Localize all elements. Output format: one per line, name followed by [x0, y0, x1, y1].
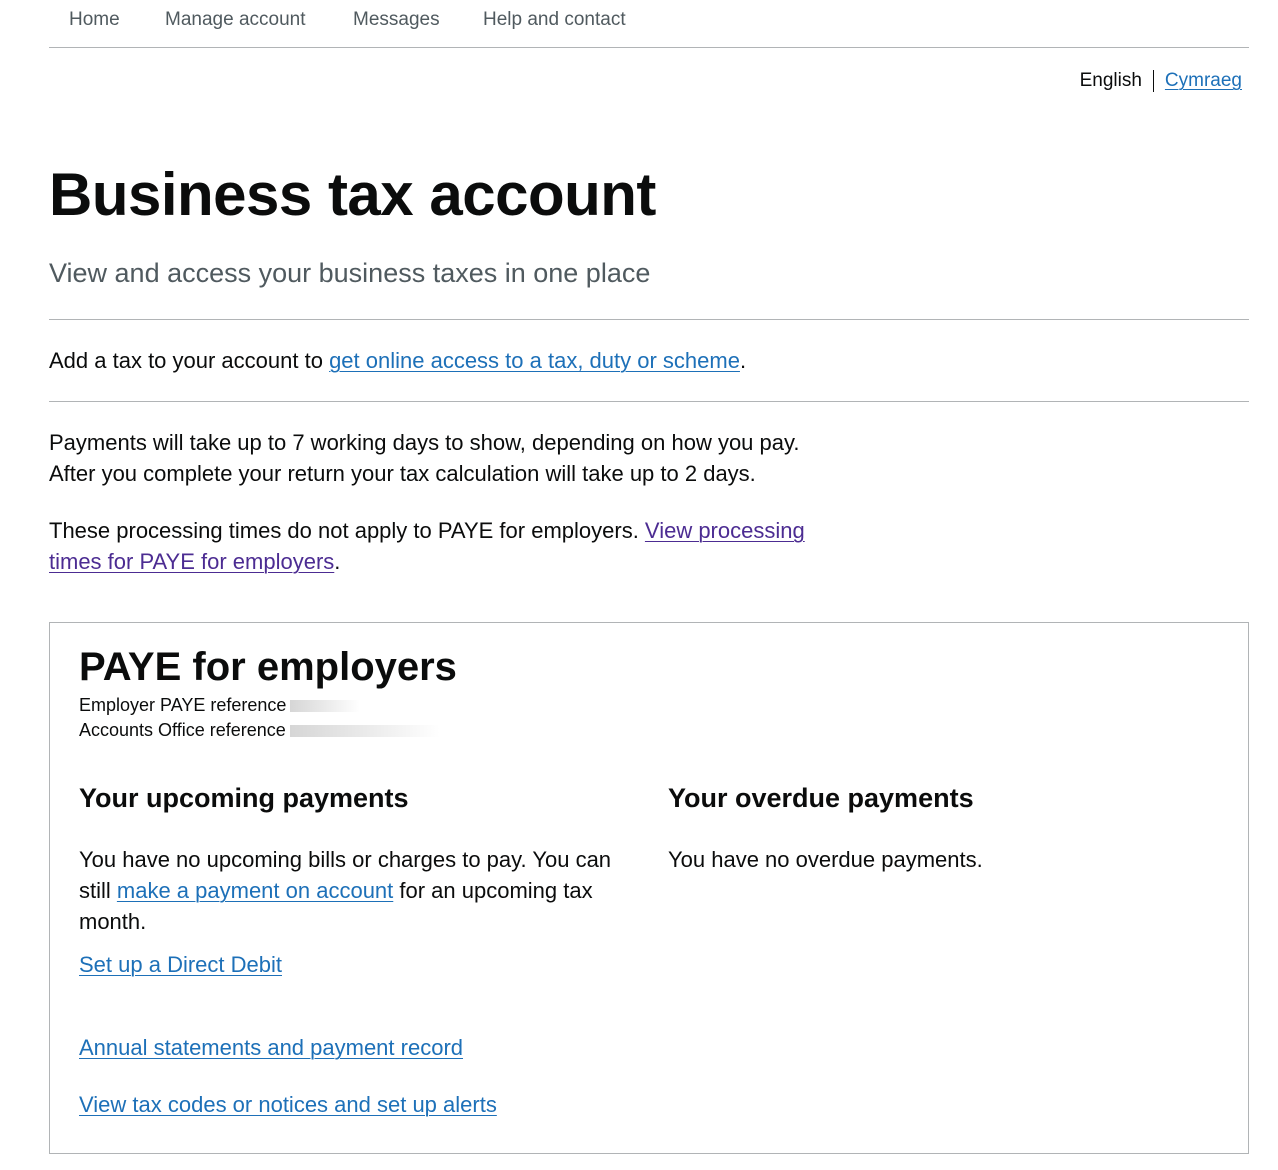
nav-home[interactable]: Home [69, 9, 120, 31]
language-current: English [1079, 70, 1142, 91]
redacted-value [289, 725, 440, 738]
upcoming-payments-text: You have no upcoming bills or charges to… [79, 847, 612, 934]
overdue-payments-text: You have no overdue payments. [668, 847, 983, 872]
make-payment-on-account-link[interactable]: make a payment on account [117, 878, 393, 903]
language-toggle: English Cymraeg [1080, 70, 1242, 92]
paye-for-employers-panel: PAYE for employers Employer PAYE referen… [49, 622, 1249, 1154]
paye-processing-note: These processing times do not apply to P… [49, 518, 805, 574]
nav-help-and-contact[interactable]: Help and contact [483, 9, 626, 31]
page-subtitle: View and access your business taxes in o… [49, 258, 651, 288]
accounts-office-reference: Accounts Office reference [79, 720, 440, 741]
nav-manage-account[interactable]: Manage account [165, 9, 306, 31]
paye-title: PAYE for employers [79, 645, 457, 689]
annual-statements-link[interactable]: Annual statements and payment record [79, 1035, 463, 1061]
view-tax-codes-link[interactable]: View tax codes or notices and set up ale… [79, 1092, 497, 1118]
language-separator [1152, 70, 1154, 92]
overdue-payments-heading: Your overdue payments [668, 783, 974, 813]
redacted-value [290, 700, 361, 713]
top-navigation: Home Manage account Messages Help and co… [49, 0, 1249, 48]
language-cymraeg-link[interactable]: Cymraeg [1165, 70, 1242, 92]
employer-paye-reference: Employer PAYE reference [79, 695, 361, 716]
upcoming-payments-heading: Your upcoming payments [79, 783, 409, 813]
divider [49, 319, 1249, 320]
get-online-access-link[interactable]: get online access to a tax, duty or sche… [329, 348, 740, 373]
nav-messages[interactable]: Messages [353, 9, 440, 31]
divider [49, 401, 1249, 402]
add-tax-text: Add a tax to your account to get online … [49, 348, 747, 373]
processing-info: Payments will take up to 7 working days … [49, 430, 800, 486]
page-title: Business tax account [49, 161, 656, 228]
set-up-direct-debit-link[interactable]: Set up a Direct Debit [79, 952, 282, 978]
